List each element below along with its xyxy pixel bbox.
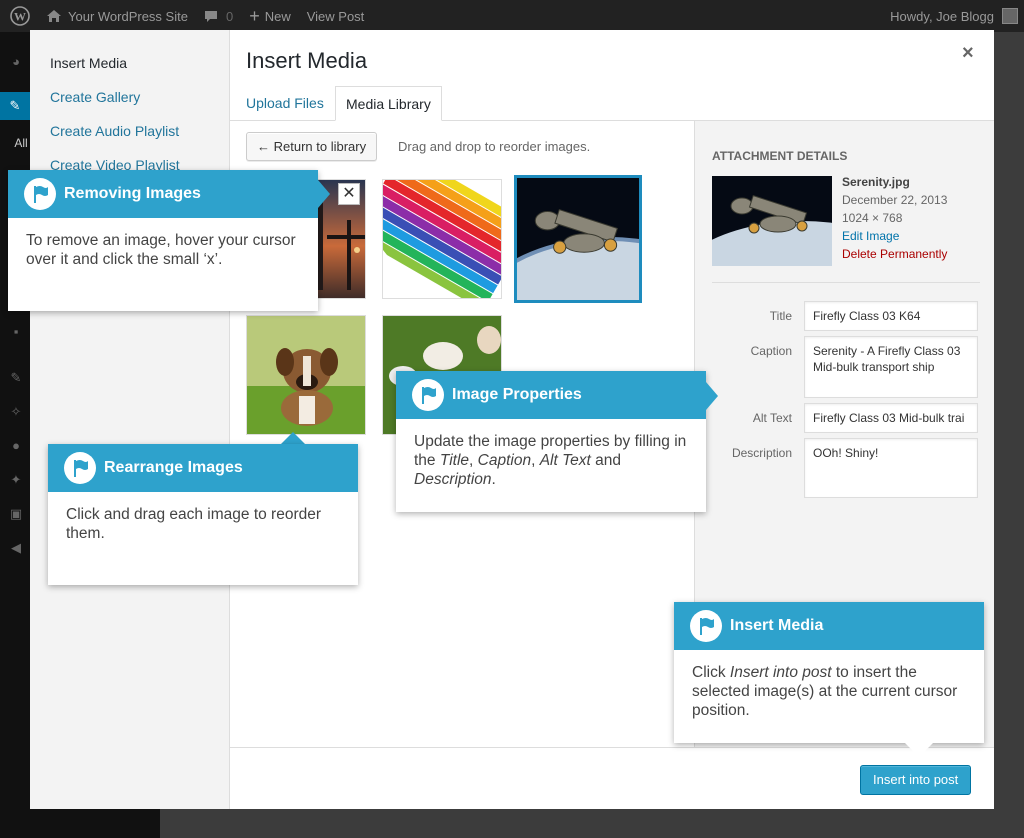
media-thumbnail-pencils[interactable] bbox=[382, 179, 502, 299]
admin-bar: W Your WordPress Site 0 + New View Post … bbox=[0, 0, 1024, 32]
title-field[interactable]: Firefly Class 03 K64 bbox=[804, 301, 978, 331]
view-post-label: View Post bbox=[306, 8, 365, 24]
plus-icon: + bbox=[249, 5, 260, 26]
close-icon[interactable]: × bbox=[962, 42, 974, 65]
caption-label: Caption bbox=[750, 344, 792, 358]
view-post-link[interactable]: View Post bbox=[299, 0, 373, 32]
home-icon bbox=[47, 10, 61, 22]
comments-link[interactable]: 0 bbox=[196, 0, 241, 32]
tools-icon[interactable]: ✦ bbox=[8, 472, 24, 488]
pointer-title: Removing Images bbox=[64, 185, 201, 202]
caption-field[interactable]: Serenity - A Firefly Class 03 Mid-bulk t… bbox=[804, 336, 978, 398]
dashboard-icon[interactable]: ◕ bbox=[8, 54, 24, 70]
description-label: Description bbox=[731, 446, 792, 460]
pointer-body: To remove an image, hover your cursor ov… bbox=[26, 232, 296, 268]
new-content-link[interactable]: + New bbox=[241, 0, 299, 32]
attachment-meta: Serenity.jpg December 22, 2013 1024 × 76… bbox=[842, 173, 947, 263]
users-icon[interactable]: ● bbox=[8, 438, 24, 454]
alt-text-field[interactable]: Firefly Class 03 Mid-bulk trai bbox=[804, 403, 978, 433]
delete-permanently-link[interactable]: Delete Permanently bbox=[842, 245, 947, 263]
edit-image-link[interactable]: Edit Image bbox=[842, 227, 947, 245]
howdy-account-link[interactable]: Howdy, Joe Blogg bbox=[890, 9, 994, 24]
svg-text:W: W bbox=[14, 10, 26, 24]
site-name: Your WordPress Site bbox=[68, 8, 188, 24]
router-tabs: Upload Files Media Library bbox=[230, 86, 994, 121]
attachment-date: December 22, 2013 bbox=[842, 193, 948, 207]
media-thumbnail-serenity-selected[interactable] bbox=[514, 175, 642, 303]
flag-icon bbox=[412, 379, 444, 411]
pointer-body: Update the image properties by filling i… bbox=[414, 433, 687, 488]
title-label: Title bbox=[769, 309, 792, 323]
appearance-icon[interactable]: ✎ bbox=[8, 370, 24, 386]
pointer-removing-images: Removing Images To remove an image, hove… bbox=[8, 170, 318, 311]
return-to-library-button[interactable]: ← Return to library bbox=[246, 132, 378, 161]
comment-bubble-icon bbox=[204, 11, 217, 22]
pointer-insert-media: Insert Media Click Insert into post to i… bbox=[674, 602, 984, 743]
attachment-preview-image bbox=[712, 176, 832, 266]
insert-into-post-button[interactable]: Insert into post bbox=[860, 765, 972, 795]
alt-text-label: Alt Text bbox=[752, 411, 792, 425]
tab-media-library[interactable]: Media Library bbox=[335, 86, 442, 121]
pointer-arrow bbox=[318, 180, 330, 208]
flag-icon bbox=[64, 452, 96, 484]
collapse-icon[interactable]: ◀ bbox=[8, 540, 24, 556]
page-background-bottom bbox=[160, 809, 1024, 838]
pointer-title: Insert Media bbox=[730, 617, 824, 634]
comment-icon[interactable]: ▪ bbox=[8, 324, 24, 340]
flag-icon bbox=[24, 178, 56, 210]
description-field[interactable]: OOh! Shiny! bbox=[804, 438, 978, 498]
menu-insert-media[interactable]: Insert Media bbox=[50, 55, 127, 71]
tab-upload-files[interactable]: Upload Files bbox=[236, 86, 334, 121]
wordpress-logo-icon[interactable]: W bbox=[0, 0, 38, 32]
media-menu: Insert Media Create Gallery Create Audio… bbox=[30, 30, 230, 809]
attachment-dimensions: 1024 × 768 bbox=[842, 211, 903, 225]
pointer-rearrange-images: Rearrange Images Click and drag each ima… bbox=[48, 444, 358, 585]
menu-item-all[interactable]: All bbox=[10, 136, 32, 152]
attachment-details-heading: Attachment Details bbox=[712, 149, 848, 163]
modal-title: Insert Media bbox=[246, 48, 368, 73]
pin-icon[interactable]: ✎ bbox=[0, 92, 30, 120]
media-toolbar: Insert into post bbox=[230, 747, 994, 809]
settings-icon[interactable]: ▣ bbox=[8, 506, 24, 522]
menu-create-gallery[interactable]: Create Gallery bbox=[50, 89, 140, 105]
pointer-arrow bbox=[281, 432, 305, 444]
pointer-arrow bbox=[706, 382, 718, 410]
pointer-body: Click and drag each image to reorder the… bbox=[66, 506, 322, 542]
pointer-arrow bbox=[905, 743, 933, 757]
site-name-link[interactable]: Your WordPress Site bbox=[38, 0, 196, 32]
menu-create-audio-playlist[interactable]: Create Audio Playlist bbox=[50, 123, 179, 139]
avatar[interactable] bbox=[1002, 8, 1018, 24]
pointer-title: Image Properties bbox=[452, 386, 582, 403]
page-background-right bbox=[994, 32, 1024, 838]
remove-image-icon[interactable]: ✕ bbox=[338, 183, 360, 205]
new-label: New bbox=[264, 8, 291, 24]
plugins-icon[interactable]: ✧ bbox=[8, 404, 24, 420]
divider bbox=[712, 282, 980, 283]
comments-count: 0 bbox=[225, 8, 234, 24]
pointer-title: Rearrange Images bbox=[104, 459, 243, 476]
admin-sidebar: ◕ ✎ All ▪ ✎ ✧ ● ✦ ▣ ◀ bbox=[0, 32, 30, 838]
admin-sidebar-bottom bbox=[0, 809, 160, 838]
flag-icon bbox=[690, 610, 722, 642]
reorder-hint: Drag and drop to reorder images. bbox=[398, 139, 591, 154]
attachment-filename: Serenity.jpg bbox=[842, 175, 910, 189]
media-thumbnail-puppy[interactable] bbox=[246, 315, 366, 435]
pointer-body: Click Insert into post to insert the sel… bbox=[692, 664, 958, 719]
pointer-image-properties: Image Properties Update the image proper… bbox=[396, 371, 706, 512]
